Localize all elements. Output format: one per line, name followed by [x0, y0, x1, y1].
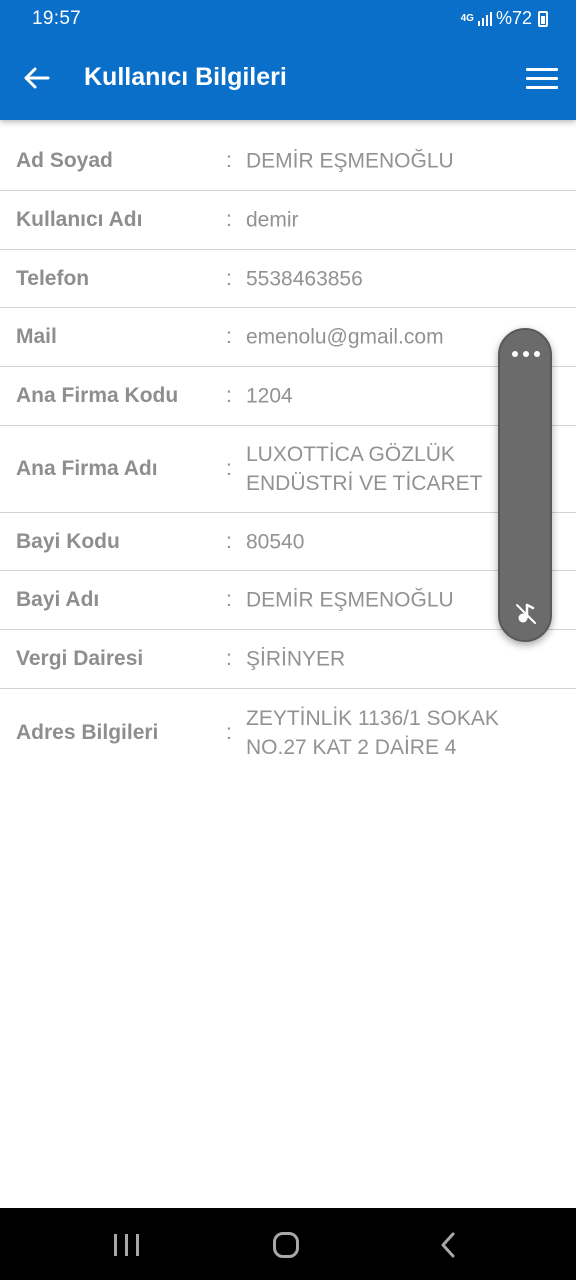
signal-icon — [477, 11, 492, 26]
status-bar: 19:57 4G %72 — [0, 0, 576, 38]
field-separator: : — [226, 208, 232, 231]
field-value: ŞİRİNYER — [246, 647, 346, 671]
field-label: Ana Firma Adı — [16, 457, 158, 480]
info-row-ana-firma-kodu: Ana Firma Kodu : 1204 — [0, 367, 576, 426]
field-separator: : — [226, 721, 232, 744]
status-time: 19:57 — [32, 8, 82, 29]
field-label: Ad Soyad — [16, 149, 113, 172]
field-value: DEMİR EŞMENOĞLU — [246, 149, 454, 173]
field-label: Ana Firma Kodu — [16, 384, 179, 407]
home-icon[interactable] — [273, 1232, 299, 1258]
field-label: Telefon — [16, 266, 90, 290]
page-title: Kullanıcı Bilgileri — [84, 63, 287, 91]
info-row-adres-bilgileri: Adres Bilgileri : ZEYTİNLİK 1136/1 SOKAK… — [0, 689, 576, 777]
info-row-bayi-adi: Bayi Adı : DEMİR EŞMENOĞLU — [0, 571, 576, 630]
back-arrow-icon[interactable] — [20, 62, 52, 94]
field-separator: : — [226, 457, 232, 480]
field-value: LUXOTTİCA GÖZLÜK ENDÜSTRİ VE TİCARET — [246, 443, 483, 495]
field-separator: : — [226, 647, 232, 670]
field-separator: : — [226, 588, 232, 611]
recents-icon[interactable] — [114, 1234, 140, 1256]
field-label: Adres Bilgileri — [16, 721, 159, 744]
info-row-mail: Mail : emenolu@gmail.com — [0, 308, 576, 367]
status-indicators: 4G %72 — [461, 8, 548, 29]
info-row-vergi-dairesi: Vergi Dairesi : ŞİRİNYER — [0, 630, 576, 689]
more-dots-icon[interactable] — [512, 350, 540, 358]
battery-icon — [538, 10, 548, 27]
info-row-kullanici-adi: Kullanıcı Adı : demir — [0, 191, 576, 250]
nav-back-icon[interactable] — [438, 1232, 460, 1258]
system-nav-bar — [0, 1208, 576, 1280]
info-row-ana-firma-adi: Ana Firma Adı : LUXOTTİCA GÖZLÜK ENDÜSTR… — [0, 426, 576, 513]
battery-percent: %72 — [495, 8, 532, 28]
info-row-bayi-kodu: Bayi Kodu : 80540 — [0, 513, 576, 571]
field-separator: : — [226, 149, 232, 172]
field-label: Bayi Kodu — [16, 529, 120, 553]
field-separator: : — [226, 384, 232, 407]
app-bar: 19:57 4G %72 Kullanıcı Bilgileri — [0, 0, 576, 120]
field-value: ZEYTİNLİK 1136/1 SOKAK NO.27 KAT 2 DAİRE… — [246, 707, 499, 759]
floating-media-widget[interactable] — [498, 328, 552, 642]
field-label: Bayi Adı — [16, 588, 100, 611]
field-separator: : — [226, 529, 232, 553]
field-value: 5538463856 — [246, 267, 363, 290]
field-value: demir — [246, 208, 299, 232]
network-type-label: 4G — [460, 13, 474, 24]
info-row-telefon: Telefon : 5538463856 — [0, 250, 576, 308]
field-label: Vergi Dairesi — [16, 647, 144, 670]
field-label: Kullanıcı Adı — [16, 208, 143, 231]
info-row-ad-soyad: Ad Soyad : DEMİR EŞMENOĞLU — [0, 132, 576, 191]
field-separator: : — [226, 325, 232, 348]
field-separator: : — [226, 266, 232, 290]
user-info-list: Ad Soyad : DEMİR EŞMENOĞLU Kullanıcı Adı… — [0, 132, 576, 777]
music-mute-icon[interactable] — [514, 602, 538, 626]
hamburger-menu-icon[interactable] — [526, 64, 560, 92]
field-label: Mail — [16, 325, 57, 348]
